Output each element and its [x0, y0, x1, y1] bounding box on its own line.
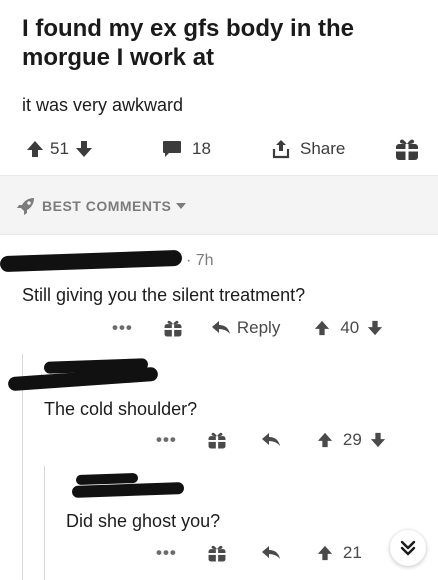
comment-body: The cold shoulder?	[44, 399, 198, 419]
comment-action-bar: ••• Reply 40	[112, 316, 383, 340]
comment-body: Still giving you the silent treatment?	[22, 285, 306, 305]
comment-action-bar: ••• 21	[156, 541, 362, 565]
redacted-username	[71, 482, 185, 498]
post-card: I found my ex gfs body in the morgue I w…	[0, 0, 438, 175]
comment-list: · 7h Still giving you the silent treatme…	[0, 236, 438, 580]
redacted-username	[0, 249, 183, 273]
comment-icon	[162, 140, 182, 158]
downvote-icon[interactable]	[367, 320, 383, 336]
sort-label: BEST COMMENTS	[42, 198, 172, 214]
comment-body: Did she ghost you?	[66, 511, 221, 531]
comment-vote-count: 40	[340, 318, 360, 337]
rocket-icon	[16, 196, 36, 216]
comment-timestamp: · 7h	[186, 252, 214, 269]
upvote-icon[interactable]	[314, 320, 330, 336]
upvote-icon[interactable]	[317, 432, 333, 448]
more-options-button[interactable]: •••	[156, 430, 177, 450]
share-label: Share	[300, 139, 346, 158]
reply-icon[interactable]	[261, 432, 281, 448]
downvote-icon[interactable]	[370, 432, 386, 448]
comments-sort-band: BEST COMMENTS	[0, 175, 438, 235]
comment-vote-count: 21	[342, 543, 362, 562]
gift-icon	[394, 136, 420, 162]
share-icon	[272, 139, 290, 159]
more-options-button[interactable]: •••	[156, 543, 177, 563]
post-title[interactable]: I found my ex gfs body in the morgue I w…	[22, 14, 422, 72]
post-award-button[interactable]	[394, 134, 420, 164]
post-vote-count: 51	[50, 139, 69, 158]
collapse-thread-button[interactable]	[390, 530, 426, 566]
upvote-icon[interactable]	[26, 140, 44, 158]
gift-icon[interactable]	[207, 543, 227, 563]
thread-line	[44, 466, 45, 580]
post-body-text: it was very awkward	[22, 95, 184, 115]
post-vote-group: 51	[26, 134, 93, 164]
chevrons-down-icon	[399, 539, 417, 557]
sort-dropdown[interactable]: BEST COMMENTS	[16, 196, 187, 216]
comment-action-bar: ••• 29	[156, 428, 386, 452]
caret-down-icon	[176, 202, 187, 210]
gift-icon[interactable]	[207, 430, 227, 450]
reply-button[interactable]: Reply	[237, 318, 280, 338]
reply-icon[interactable]	[261, 545, 281, 561]
post-comments-button[interactable]: 18	[162, 134, 211, 164]
upvote-icon[interactable]	[317, 545, 333, 561]
reply-icon[interactable]	[211, 320, 231, 336]
comment-vote-count: 29	[342, 430, 362, 449]
more-options-button[interactable]: •••	[112, 318, 133, 338]
downvote-icon[interactable]	[75, 140, 93, 158]
post-comment-count: 18	[192, 139, 211, 158]
gift-icon[interactable]	[163, 318, 183, 338]
post-share-button[interactable]: Share	[272, 134, 345, 164]
post-action-bar: 51 18 Share	[0, 134, 438, 164]
